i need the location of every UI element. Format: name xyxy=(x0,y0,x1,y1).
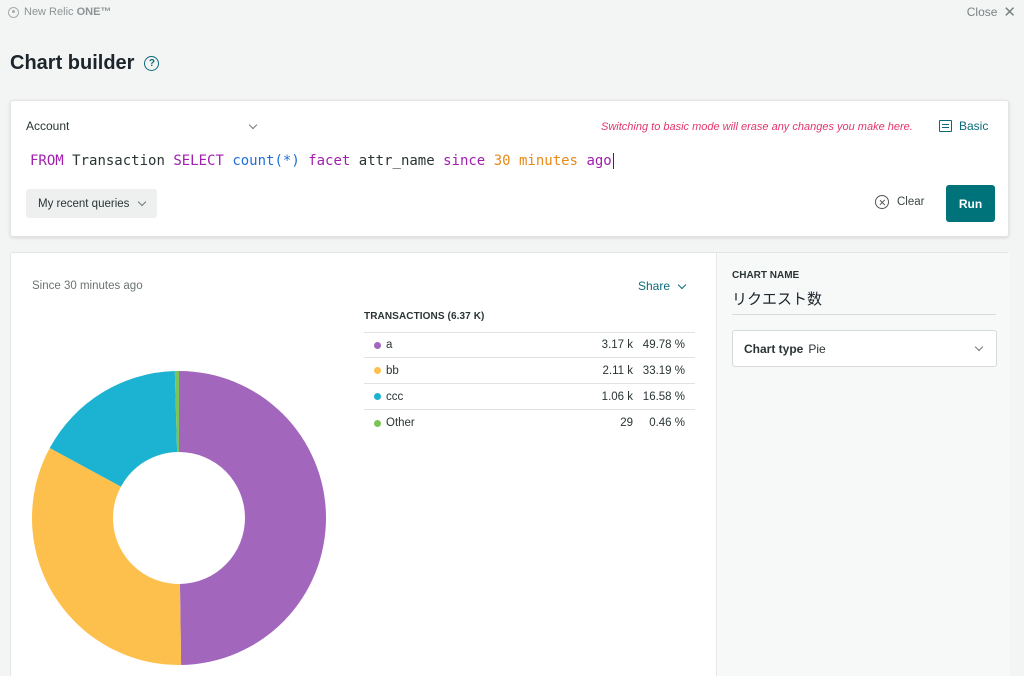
nrql-keyword: facet xyxy=(308,153,351,169)
legend-row[interactable]: bb 2.11 k 33.19 % xyxy=(364,358,695,384)
nrql-keyword: since xyxy=(443,153,486,169)
page-title: Chart builder xyxy=(10,52,135,74)
time-range-label: Since 30 minutes ago xyxy=(32,280,143,292)
top-bar: New Relic ONE™ Close ✕ xyxy=(0,0,1024,24)
basic-mode-button[interactable]: Basic xyxy=(939,119,988,133)
legend-value: 1.06 k xyxy=(601,390,633,403)
help-icon[interactable]: ? xyxy=(144,56,160,71)
chart-name-underline xyxy=(732,314,996,315)
nrql-keyword: FROM xyxy=(30,153,64,169)
result-card: Since 30 minutes ago Share TRANSACTIONS … xyxy=(10,252,1010,676)
legend-category: Other xyxy=(386,417,415,429)
title-row: Chart builder ? xyxy=(10,52,160,75)
pie-chart xyxy=(31,371,327,665)
chart-type-value: Pie xyxy=(808,341,826,356)
legend-category: ccc xyxy=(386,390,404,403)
legend-swatch xyxy=(374,367,381,374)
legend-value: 2.11 k xyxy=(602,364,633,377)
chart-name-input[interactable]: リクエスト数 xyxy=(732,288,822,309)
share-button[interactable]: Share xyxy=(638,279,687,293)
nrql-keyword: SELECT xyxy=(173,153,224,169)
chevron-down-icon xyxy=(138,197,147,207)
share-label: Share xyxy=(638,279,671,293)
close-button[interactable]: Close ✕ xyxy=(967,5,1016,20)
brand-name: New Relic ONE™ xyxy=(24,6,112,18)
nrql-keyword: ago xyxy=(586,153,612,169)
legend-category: bb xyxy=(386,364,399,377)
chevron-down-icon xyxy=(677,280,687,289)
chart-legend: TRANSACTIONS (6.37 K) a 3.17 k 49.78 % bb 2.… xyxy=(364,311,695,436)
legend-category: a xyxy=(386,339,393,351)
clear-icon xyxy=(875,195,889,209)
nrql-query-editor[interactable]: FROM Transaction SELECT count(*) facet a… xyxy=(30,153,614,169)
chart-settings-panel: CHART NAME リクエスト数 Chart type Pie xyxy=(716,253,1010,676)
chevron-down-icon xyxy=(248,120,258,129)
nrql-number: 30 xyxy=(493,153,511,169)
legend-value: 29 xyxy=(620,417,633,429)
query-card: Account Switching to basic mode will era… xyxy=(10,100,1009,237)
legend-percent: 16.58 % xyxy=(642,390,685,403)
legend-row[interactable]: a 3.17 k 49.78 % xyxy=(364,332,695,358)
new-relic-logo-icon xyxy=(8,6,19,18)
clear-label: Clear xyxy=(897,196,925,208)
close-icon: ✕ xyxy=(1003,3,1016,21)
chart-type-label: Chart type xyxy=(744,341,804,356)
legend-rows: a 3.17 k 49.78 % bb 2.11 k 33.19 % ccc 1.06 k 16… xyxy=(364,332,695,436)
basic-mode-icon xyxy=(939,120,952,132)
legend-percent: 33.19 % xyxy=(642,364,685,377)
basic-mode-warning: Switching to basic mode will erase any c… xyxy=(601,121,913,133)
run-button[interactable]: Run xyxy=(946,185,995,222)
pie-slice-bb[interactable] xyxy=(31,447,182,665)
close-label: Close xyxy=(966,5,998,19)
basic-mode-label: Basic xyxy=(959,119,989,133)
recent-queries-label: My recent queries xyxy=(38,197,130,210)
legend-row[interactable]: ccc 1.06 k 16.58 % xyxy=(364,384,695,410)
legend-swatch xyxy=(374,341,381,349)
nrql-function: count(*) xyxy=(232,153,300,169)
chart-type-select[interactable]: Chart type Pie xyxy=(732,330,997,367)
text-caret xyxy=(612,153,614,169)
legend-percent: 0.46 % xyxy=(649,417,685,429)
brand: New Relic ONE™ xyxy=(8,6,111,18)
legend-row[interactable]: Other 29 0.46 % xyxy=(364,410,695,436)
legend-value: 3.17 k xyxy=(601,339,633,351)
pie-slice-a[interactable] xyxy=(179,371,327,665)
clear-button[interactable]: Clear xyxy=(875,195,924,209)
nrql-table: Transaction xyxy=(72,153,165,169)
legend-swatch xyxy=(374,393,381,400)
nrql-attribute: attr_name xyxy=(358,153,435,169)
chart-type-text: Chart type Pie xyxy=(744,342,826,356)
account-select[interactable]: Account xyxy=(26,119,258,133)
recent-queries-button[interactable]: My recent queries xyxy=(26,189,158,218)
legend-title: TRANSACTIONS (6.37 K) xyxy=(364,311,485,322)
chart-name-label: CHART NAME xyxy=(732,270,800,281)
legend-percent: 49.78 % xyxy=(642,339,685,351)
chevron-down-icon xyxy=(974,342,984,352)
nrql-unit: minutes xyxy=(518,153,578,169)
account-label: Account xyxy=(26,119,70,133)
legend-swatch xyxy=(374,419,381,427)
